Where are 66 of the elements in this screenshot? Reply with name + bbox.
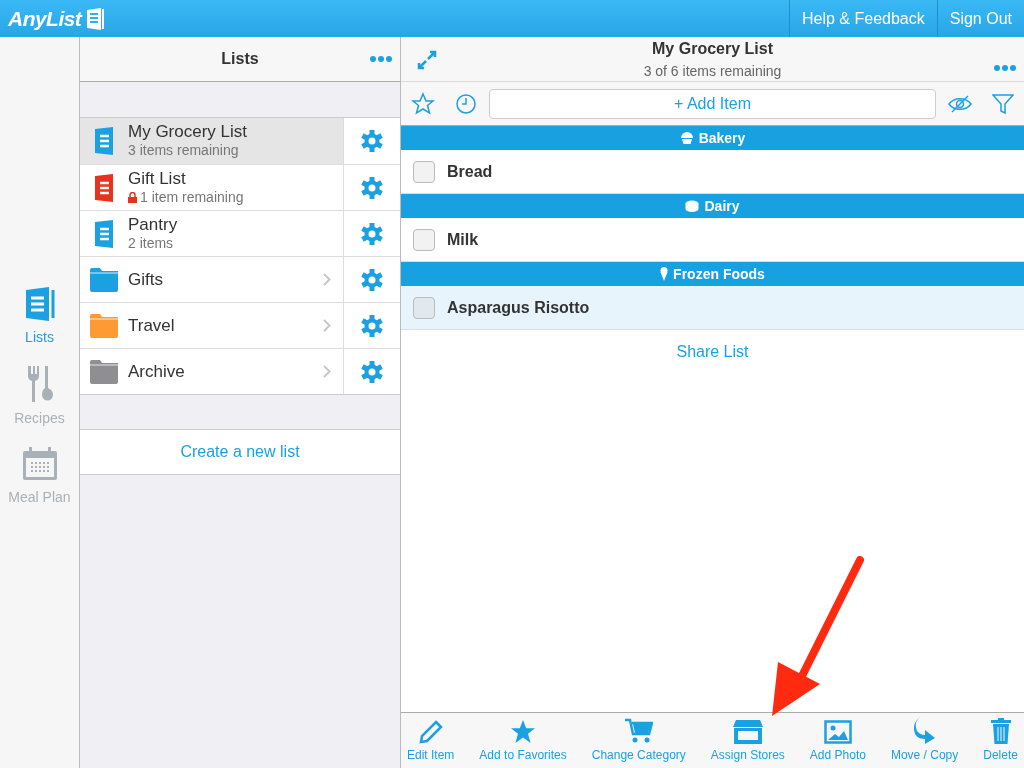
settings-icon [361, 268, 383, 291]
chevron-icon [323, 319, 331, 332]
checkbox[interactable] [413, 296, 435, 319]
category-header: Dairy [401, 194, 1024, 218]
category-header: Frozen Foods [401, 262, 1024, 286]
settings-icon [361, 222, 383, 245]
settings-icon [361, 130, 383, 152]
nav-tab[interactable]: Meal Plan [1, 445, 78, 510]
list-subtitle: 3 of 6 items remaining [643, 61, 782, 81]
cheese-icon [685, 200, 700, 212]
toolbar-button[interactable]: Move / Copy [890, 716, 959, 764]
toolbar-button[interactable]: Edit Item [407, 716, 455, 764]
settings-icon [361, 360, 383, 383]
nav-tab[interactable]: Lists [1, 285, 78, 350]
star-icon[interactable] [411, 91, 435, 116]
list-name: Pantry [128, 214, 179, 234]
item-name: Milk [447, 229, 479, 250]
list-subtitle: 2 items [128, 233, 174, 253]
cupcake-icon [679, 132, 694, 144]
list-row[interactable]: My Grocery List 3 items remaining [80, 118, 343, 164]
list-title: My Grocery List [652, 38, 773, 59]
ice-cream-icon [660, 267, 669, 281]
star-icon [510, 720, 537, 744]
logo-icon [85, 7, 106, 30]
chevron-icon [323, 273, 331, 286]
app-logo: AnyList [8, 5, 82, 32]
trash-icon [990, 718, 1011, 744]
toolbar-button[interactable]: Change Category [591, 716, 686, 764]
settings-icon [361, 314, 383, 337]
photo-icon [823, 720, 852, 744]
filter-icon[interactable] [992, 92, 1014, 115]
list-name: My Grocery List [128, 122, 249, 141]
curved-arrow-icon [912, 716, 937, 744]
checkbox[interactable] [413, 228, 435, 251]
create-list-link[interactable]: Create a new list [180, 440, 300, 464]
list-name: Archive [128, 362, 186, 381]
cart-icon [624, 718, 653, 744]
pencil-icon [418, 720, 443, 744]
toolbar-button[interactable]: Assign Stores [710, 716, 785, 764]
share-list-link[interactable]: Share List [676, 340, 749, 364]
nav-tab[interactable]: Recipes [1, 364, 78, 431]
expand-icon[interactable] [417, 50, 437, 70]
list-name: Travel [128, 316, 176, 335]
hide-icon[interactable] [948, 93, 972, 114]
clock-icon[interactable] [455, 92, 477, 115]
chevron-icon [323, 365, 331, 378]
toolbar-button[interactable]: Add to Favorites [479, 716, 567, 764]
list-name: Gift List [128, 168, 187, 188]
more-icon[interactable] [994, 65, 1016, 71]
panel-title: Lists [221, 49, 259, 69]
storefront-icon [732, 720, 763, 744]
item-name: Asparagus Risotto [447, 297, 590, 318]
fork-spoon-icon [25, 366, 54, 402]
list-subtitle: 1 item remaining [140, 187, 244, 207]
settings-icon [361, 176, 383, 199]
item-name: Bread [447, 161, 493, 182]
toolbar-button[interactable]: Delete [983, 716, 1018, 764]
calendar-icon [21, 447, 58, 481]
toolbar-button[interactable]: Add Photo [809, 716, 866, 764]
more-icon[interactable] [370, 56, 392, 62]
add-item-field[interactable]: + Add Item [489, 88, 936, 119]
list-subtitle: 3 items remaining [128, 141, 239, 160]
checkbox[interactable] [413, 160, 435, 183]
item-row[interactable]: Asparagus Risotto [401, 286, 1024, 330]
category-header: Bakery [401, 126, 1024, 150]
list-name: Gifts [128, 270, 164, 289]
